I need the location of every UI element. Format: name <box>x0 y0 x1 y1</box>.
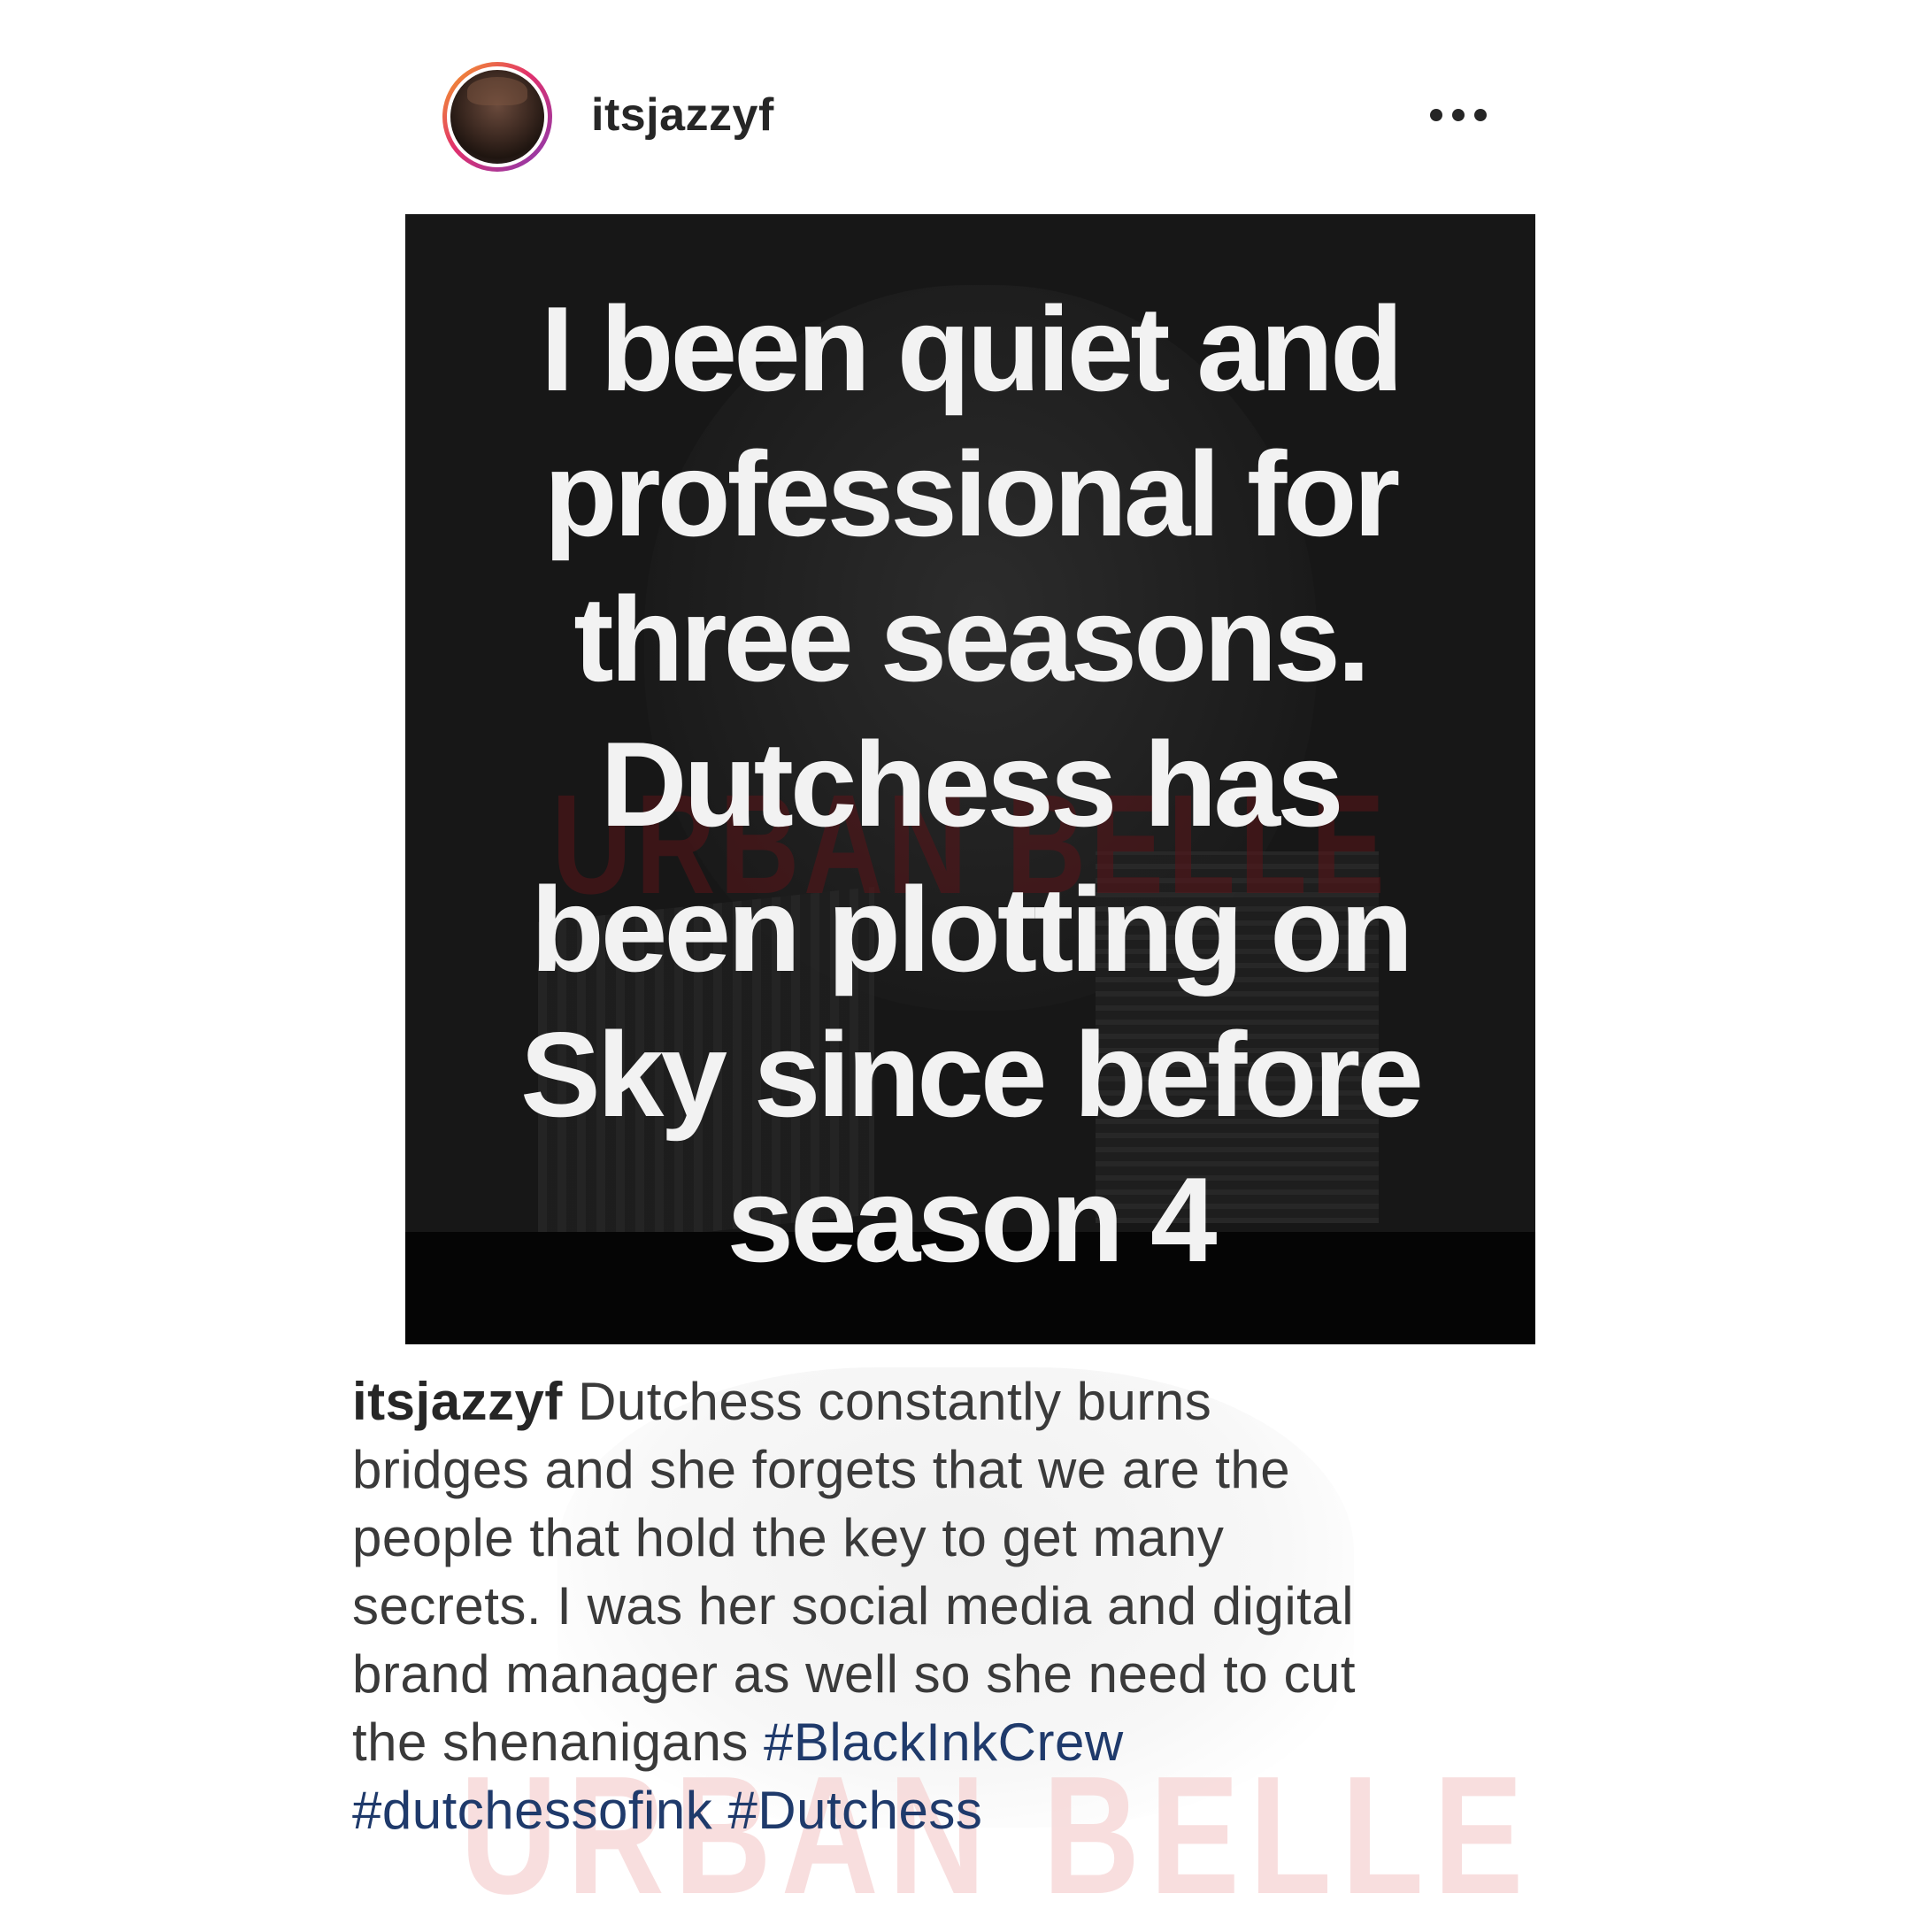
more-dot <box>1430 109 1442 121</box>
avatar[interactable] <box>442 62 552 172</box>
caption-line: itsjazzyf Dutchess constantly burns <box>352 1367 1591 1436</box>
more-dot <box>1452 109 1465 121</box>
avatar-photo <box>447 66 548 167</box>
caption-area: URBAN BELLE itsjazzyf Dutchess constantl… <box>345 1367 1602 1929</box>
caption-line: #dutchessofink #Dutchess <box>352 1776 1591 1844</box>
hashtag-link[interactable]: #dutchessofink <box>352 1781 712 1840</box>
caption-line: the shenanigans #BlackInkCrew <box>352 1708 1591 1776</box>
post-image[interactable]: URBAN BELLE I been quiet and professiona… <box>405 214 1535 1344</box>
username-link[interactable]: itsjazzyf <box>591 89 774 142</box>
post-header: itsjazzyf <box>442 62 1504 173</box>
caption-author-link[interactable]: itsjazzyf <box>352 1372 563 1431</box>
hashtag-link[interactable]: #Dutchess <box>727 1781 982 1840</box>
overlay-line: three seasons. <box>573 572 1370 706</box>
caption-line: secrets. I was her social media and digi… <box>352 1576 1355 1636</box>
overlay-line: been plotting on <box>530 862 1414 997</box>
hashtag-link[interactable]: #BlackInkCrew <box>764 1713 1124 1772</box>
overlay-line: I been quiet and <box>540 281 1403 416</box>
overlay-line: professional for <box>543 427 1401 561</box>
more-options-icon[interactable] <box>1430 97 1487 133</box>
overlay-line: season 4 <box>727 1152 1217 1287</box>
more-dot <box>1474 109 1487 121</box>
image-overlay-text: I been quiet and professional for three … <box>405 276 1535 1292</box>
caption-line: bridges and she forgets that we are the <box>352 1440 1291 1499</box>
overlay-line: Dutchess has <box>600 717 1343 851</box>
caption-line: people that hold the key to get many <box>352 1508 1225 1567</box>
caption-line: brand manager as well so she need to cut <box>352 1644 1357 1704</box>
caption-text: itsjazzyf Dutchess constantly burns brid… <box>352 1367 1591 1844</box>
caption-line-text: the shenanigans <box>352 1713 765 1772</box>
overlay-line: Sky since before <box>520 1007 1424 1142</box>
caption-line-text: Dutchess constantly burns <box>562 1372 1212 1431</box>
